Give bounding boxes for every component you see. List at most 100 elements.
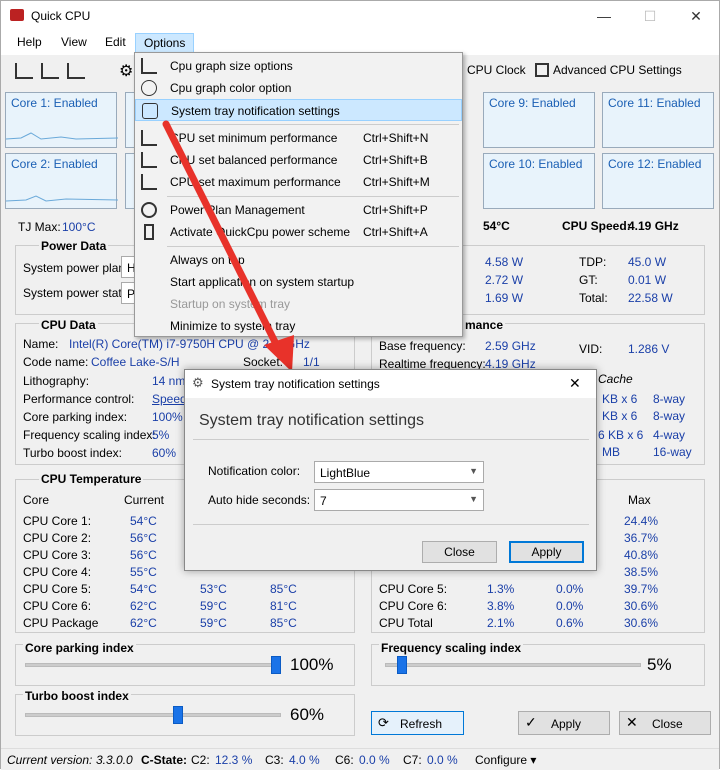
lithography-label: Lithography: (23, 374, 90, 388)
menu-item-activate-scheme[interactable]: Activate QuickCpu power scheme Ctrl+Shif… (135, 221, 462, 243)
menu-item-tray-notification[interactable]: System tray notification settings (135, 99, 462, 121)
menu-item-graph-color[interactable]: Cpu graph color option (135, 77, 462, 99)
core-graph-10: Core 10: Enabled (483, 153, 595, 209)
menu-item-label: Startup on system tray (170, 297, 291, 311)
parking-slider-track[interactable] (25, 663, 281, 667)
menu-item-graph-size[interactable]: Cpu graph size options (135, 55, 462, 77)
temp-row-core: CPU Core 6: (23, 599, 92, 613)
freq-slider-track[interactable] (385, 663, 641, 667)
turbo-index-label: Turbo boost index: (23, 446, 122, 460)
menu-item-label: Power Plan Management (170, 203, 305, 217)
c2-label: C2: (191, 753, 210, 767)
gt-label: GT: (579, 273, 598, 287)
menu-item-power-plan[interactable]: Power Plan Management Ctrl+Shift+P (135, 199, 462, 221)
util-row-a: 3.8% (487, 599, 515, 613)
dialog-heading: System tray notification settings (199, 412, 424, 429)
parking-index-label: Core parking index: (23, 410, 128, 424)
freq-slider-thumb[interactable] (397, 656, 408, 674)
apply-button[interactable]: ✓ Apply (518, 711, 610, 735)
maximize-button[interactable]: ☐ (627, 1, 673, 31)
menu-item-start-on-startup[interactable]: Start application on system startup (135, 271, 462, 293)
notification-color-select[interactable]: LightBlue ▼ (314, 461, 484, 483)
menu-item-label: Activate QuickCpu power scheme (170, 225, 351, 239)
close-button[interactable]: ✕ Close (619, 711, 711, 735)
menu-item-label: Cpu graph size options (170, 59, 293, 73)
menu-item-startup-tray: Startup on system tray (135, 293, 462, 315)
dialog-close-button[interactable]: Close (422, 541, 497, 563)
util-row-c: 30.6% (624, 616, 659, 630)
graph-min-icon[interactable] (15, 63, 33, 79)
advanced-settings-button[interactable]: Advanced CPU Settings (553, 63, 682, 77)
power-w3: 1.69 W (485, 291, 524, 305)
menu-item-balanced-perf[interactable]: CPU set balanced performance Ctrl+Shift+… (135, 149, 462, 171)
core-label: Core 1: Enabled (11, 96, 98, 110)
util-max: 36.7% (624, 531, 659, 545)
menu-item-minimize-tray[interactable]: Minimize to system tray (135, 315, 462, 337)
perf-control-link[interactable]: Speed (152, 392, 187, 406)
menu-view[interactable]: View (61, 35, 87, 49)
vid-label: VID: (579, 342, 603, 356)
turbo-slider-title: Turbo boost index (23, 689, 131, 703)
name-label: Name: (23, 337, 59, 351)
core-label: Core 2: Enabled (11, 157, 98, 171)
util-row-core: CPU Total (379, 616, 433, 630)
temp-row-core: CPU Core 4: (23, 565, 92, 579)
util-max: 38.5% (624, 565, 659, 579)
notification-color-value: LightBlue (320, 466, 371, 480)
menu-options[interactable]: Options (135, 33, 195, 53)
turbo-slider-thumb[interactable] (172, 706, 183, 724)
menu-item-label: CPU set minimum performance (170, 131, 338, 145)
turbo-slider-track[interactable] (25, 713, 281, 717)
cache-title: Cache (598, 372, 633, 386)
util-row-a: 1.3% (487, 582, 515, 596)
dialog-divider (193, 439, 589, 440)
turbo-slider-value: 60% (290, 705, 325, 724)
temp-row-current: 62°C (130, 616, 157, 630)
menu-item-label: Minimize to system tray (170, 319, 296, 333)
cache-assoc: 4-way (653, 428, 686, 442)
util-row-a: 2.1% (487, 616, 515, 630)
gear-icon[interactable]: ⚙ (119, 61, 133, 81)
total-label: Total: (579, 291, 608, 305)
menu-separator (167, 124, 459, 125)
configure-menu[interactable]: Configure ▾ (475, 753, 536, 767)
freq-index-value: 5% (152, 428, 170, 442)
menu-help[interactable]: Help (17, 35, 42, 49)
temp-row-min: 53°C (200, 582, 227, 596)
freq-index-label: Frequency scaling index: (23, 428, 156, 442)
menu-item-min-perf[interactable]: CPU set minimum performance Ctrl+Shift+N (135, 127, 462, 149)
gt-value: 0.01 W (628, 273, 667, 287)
refresh-icon: ⟳ (378, 715, 389, 730)
util-row-b: 0.6% (556, 616, 584, 630)
refresh-button[interactable]: ⟳ Refresh (371, 711, 464, 735)
menu-item-max-perf[interactable]: CPU set maximum performance Ctrl+Shift+M (135, 171, 462, 193)
core-label: Core 11: Enabled (608, 96, 701, 110)
menu-item-shortcut: Ctrl+Shift+N (363, 131, 429, 145)
util-row-core: CPU Core 5: (379, 582, 448, 596)
cpu-speed-label: CPU Speed: (562, 219, 631, 233)
close-window-button[interactable]: ✕ (673, 1, 719, 31)
menu-edit[interactable]: Edit (105, 35, 126, 49)
menu-item-shortcut: Ctrl+Shift+P (363, 203, 428, 217)
auto-hide-select[interactable]: 7 ▼ (314, 489, 484, 511)
menu-separator (167, 196, 459, 197)
temp-row-max: 81°C (270, 599, 297, 613)
tdp-value: 45.0 W (628, 255, 667, 269)
dialog-apply-button[interactable]: Apply (509, 541, 584, 563)
temp-row-core: CPU Core 3: (23, 548, 92, 562)
parking-slider-value: 100% (290, 655, 334, 674)
graph-balanced-icon[interactable] (41, 63, 59, 79)
minimize-button[interactable]: — (581, 1, 627, 31)
dialog-title-bar: ⚙ System tray notification settings ✕ (185, 370, 596, 398)
gear-icon: ⚙ (192, 375, 204, 390)
parking-slider-thumb[interactable] (271, 656, 281, 674)
col-core-header: Core (23, 493, 50, 507)
graph-max-icon (141, 174, 157, 190)
auto-hide-label: Auto hide seconds: (208, 493, 311, 507)
graph-max-icon[interactable] (67, 63, 85, 79)
package-temp: 54°C (483, 219, 510, 233)
menu-item-always-on-top[interactable]: Always on top (135, 249, 462, 271)
dialog-close-icon[interactable]: ✕ (569, 375, 581, 392)
cache-assoc: 8-way (653, 392, 686, 406)
cpu-clock-button[interactable]: CPU Clock (467, 63, 526, 77)
